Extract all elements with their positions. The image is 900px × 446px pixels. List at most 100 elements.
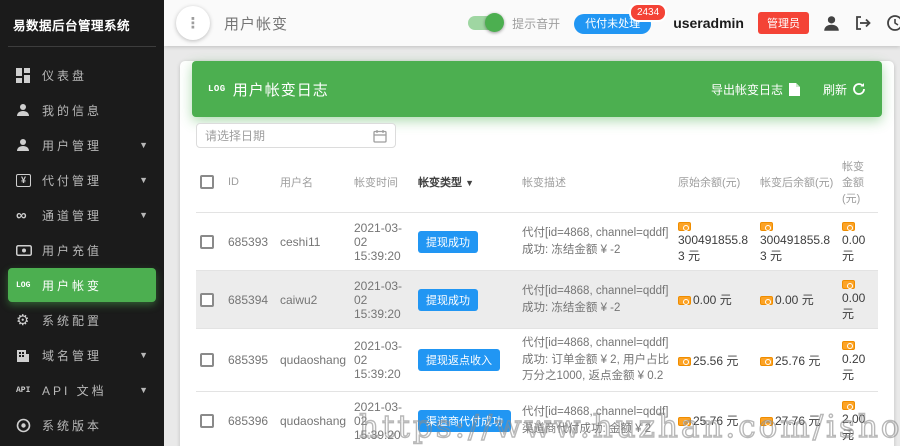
chevron-down-icon: ▼ xyxy=(139,385,148,395)
money-icon xyxy=(760,296,773,305)
money-icon xyxy=(760,417,773,426)
col-header-type-filter[interactable]: 帐变类型 ▼ xyxy=(414,152,518,213)
table-header-row: ID 用户名 帐变时间 帐变类型 ▼ 帐变描述 原始余额(元) 帐变后余额(元)… xyxy=(196,152,878,213)
page-title: 用户帐变 xyxy=(224,13,288,34)
refresh-button[interactable]: 刷新 xyxy=(823,81,866,98)
export-log-label: 导出帐变日志 xyxy=(711,81,783,98)
sidebar-item-system-version[interactable]: 系统版本 xyxy=(8,408,156,442)
cell-after: 25.76 元 xyxy=(756,329,838,392)
sidebar-item-api-docs[interactable]: API API 文档 ▼ xyxy=(8,373,156,407)
panel-title: 用户帐变日志 xyxy=(233,79,329,100)
sidebar-item-system-config[interactable]: ⚙ 系统配置 xyxy=(8,303,156,337)
role-badge[interactable]: 管理员 xyxy=(758,12,809,34)
table-row: 685395 qudaoshang 2021-03-02 15:39:20 提现… xyxy=(196,329,878,392)
money-icon xyxy=(842,401,855,410)
cell-after: 0.00 元 xyxy=(756,271,838,329)
money-icon xyxy=(842,341,855,350)
money-icon xyxy=(678,357,691,366)
type-badge[interactable]: 提现成功 xyxy=(418,289,478,311)
cell-time: 2021-03-02 15:39:20 xyxy=(350,271,414,329)
cell-amount: 0.20 元 xyxy=(838,329,878,392)
cell-id: 685395 xyxy=(224,329,276,392)
export-log-button[interactable]: 导出帐变日志 xyxy=(711,81,801,98)
sidebar-item-user-management[interactable]: 用户管理 ▼ xyxy=(8,128,156,162)
sidebar-item-label: 系统版本 xyxy=(42,417,102,434)
payment-icon: ¥ xyxy=(16,174,42,187)
sidebar-item-user-account-change[interactable]: LOG 用户帐变 xyxy=(8,268,156,302)
col-header-desc: 帐变描述 xyxy=(518,152,674,213)
menu-dots-button[interactable]: ⋮ xyxy=(176,6,210,40)
sidebar-item-label: 系统配置 xyxy=(42,312,102,329)
log-icon: LOG xyxy=(16,281,42,290)
vertical-dots-icon: ⋮ xyxy=(186,14,201,32)
cell-before: 25.76 元 xyxy=(674,392,756,446)
cell-id: 685394 xyxy=(224,271,276,329)
sidebar-item-domain-management[interactable]: 域名管理 ▼ xyxy=(8,338,156,372)
username-label: useradmin xyxy=(673,15,744,31)
row-checkbox[interactable] xyxy=(200,293,214,307)
sidebar-item-payout-management[interactable]: ¥ 代付管理 ▼ xyxy=(8,163,156,197)
row-checkbox[interactable] xyxy=(200,353,214,367)
pending-payout-wrap: 代付未处理 2434 xyxy=(574,14,651,32)
chevron-down-icon: ▼ xyxy=(139,350,148,360)
calendar-icon xyxy=(373,129,387,143)
cell-time: 2021-03-02 15:39:20 xyxy=(350,329,414,392)
sound-toggle[interactable] xyxy=(468,16,502,30)
chevron-down-icon: ▼ xyxy=(139,210,148,220)
date-placeholder: 请选择日期 xyxy=(205,127,373,144)
type-badge[interactable]: 渠道商代付成功 xyxy=(418,410,511,432)
money-icon xyxy=(678,417,691,426)
brand-title: 易数据后台管理系统 xyxy=(0,0,164,46)
cell-desc: 代付[id=4868, channel=qddf]成功: 冻结金额 ¥ -2 xyxy=(518,213,674,271)
account-button[interactable] xyxy=(823,15,840,32)
money-icon xyxy=(678,222,691,231)
sidebar-item-label: 域名管理 xyxy=(42,347,102,364)
topbar: ⋮ 用户帐变 提示音开 代付未处理 2434 useradmin 管理员 xyxy=(164,0,900,46)
topbar-right: 提示音开 代付未处理 2434 useradmin 管理员 xyxy=(468,12,890,34)
cell-time: 2021-03-02 15:39:20 xyxy=(350,392,414,446)
sidebar-item-channel-management[interactable]: ∞ 通道管理 ▼ xyxy=(8,198,156,232)
row-checkbox[interactable] xyxy=(200,235,214,249)
chevron-down-icon: ▼ xyxy=(465,178,474,188)
sidebar-item-label: 用户充值 xyxy=(42,242,102,259)
cell-desc: 代付[id=4868, channel=qddf]渠道商代付成功: 金额 ¥ 2 xyxy=(518,392,674,446)
col-header-amount: 帐变金额(元) xyxy=(838,152,878,213)
cell-amount: 0.00 元 xyxy=(838,213,878,271)
type-badge[interactable]: 提现返点收入 xyxy=(418,349,500,371)
money-icon xyxy=(678,296,691,305)
sidebar-item-user-recharge[interactable]: 用户充值 xyxy=(8,233,156,267)
cell-before: 300491855.83 元 xyxy=(674,213,756,271)
row-checkbox[interactable] xyxy=(200,414,214,428)
log-tag-icon: LOG xyxy=(208,84,226,94)
cell-amount: 0.00 元 xyxy=(838,271,878,329)
person-icon xyxy=(16,103,42,117)
sidebar-item-label: 用户帐变 xyxy=(42,277,102,294)
sidebar-item-my-info[interactable]: 我的信息 xyxy=(8,93,156,127)
type-badge[interactable]: 提现成功 xyxy=(418,231,478,253)
select-all-checkbox[interactable] xyxy=(200,175,214,189)
clock-button[interactable] xyxy=(886,14,900,32)
sound-toggle-label: 提示音开 xyxy=(512,15,560,32)
sidebar-item-label: 用户管理 xyxy=(42,137,102,154)
cell-time: 2021-03-02 15:39:20 xyxy=(350,213,414,271)
cell-user: qudaoshang xyxy=(276,329,350,392)
version-icon xyxy=(16,418,42,433)
logout-button[interactable] xyxy=(854,14,872,32)
money-icon xyxy=(842,280,855,289)
money-icon xyxy=(760,357,773,366)
log-card: LOG 用户帐变日志 导出帐变日志 刷新 请选择日期 xyxy=(180,61,894,446)
toggle-thumb-icon xyxy=(485,13,504,32)
clock-icon xyxy=(886,14,900,32)
date-picker-input[interactable]: 请选择日期 xyxy=(196,123,396,148)
cell-user: ceshi11 xyxy=(276,213,350,271)
infinity-icon: ∞ xyxy=(16,208,42,223)
cell-id: 685396 xyxy=(224,392,276,446)
chevron-down-icon: ▼ xyxy=(139,140,148,150)
sidebar-nav: 仪表盘 我的信息 用户管理 ▼ ¥ 代付管理 ▼ ∞ xyxy=(0,47,164,442)
col-header-id: ID xyxy=(224,152,276,213)
table-row: 685394 caiwu2 2021-03-02 15:39:20 提现成功 代… xyxy=(196,271,878,329)
sidebar-item-dashboard[interactable]: 仪表盘 xyxy=(8,58,156,92)
sidebar: 易数据后台管理系统 仪表盘 我的信息 用户管理 ▼ xyxy=(0,0,164,446)
api-icon: API xyxy=(16,386,42,395)
chevron-down-icon: ▼ xyxy=(139,175,148,185)
